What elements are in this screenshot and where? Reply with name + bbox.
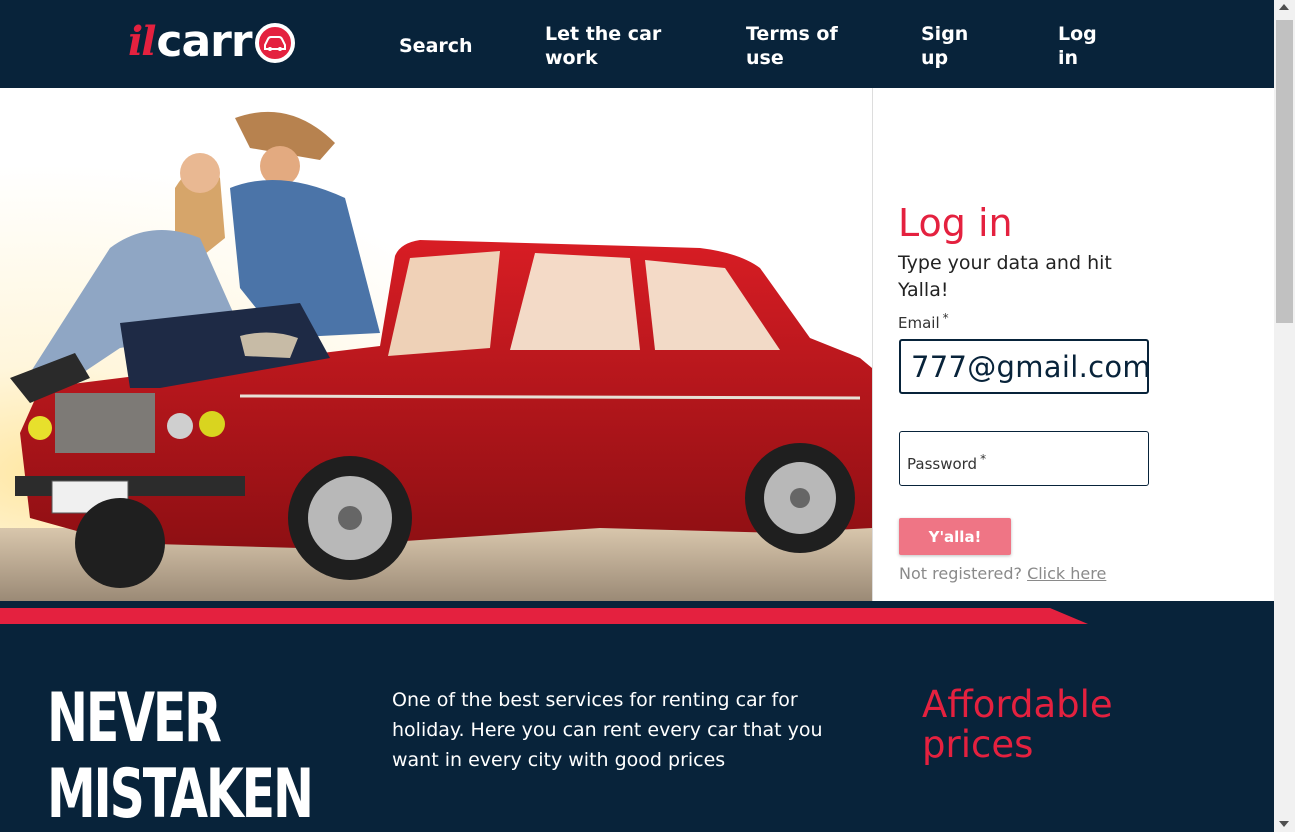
nav-terms-of-use[interactable]: Terms of use bbox=[746, 22, 846, 70]
nav-search[interactable]: Search bbox=[399, 34, 473, 58]
scroll-up-arrow-icon[interactable] bbox=[1279, 4, 1289, 10]
email-field[interactable]: 777@gmail.com bbox=[899, 339, 1149, 394]
login-title: Log in bbox=[898, 201, 1013, 245]
headline-line-1: NEVER bbox=[47, 679, 222, 758]
password-label: Password * bbox=[907, 452, 986, 473]
red-stripe-divider bbox=[0, 608, 1088, 624]
scroll-down-arrow-icon[interactable] bbox=[1279, 821, 1289, 827]
headline-line-2: MISTAKEN bbox=[47, 755, 314, 832]
nav-sign-up[interactable]: Sign up bbox=[921, 22, 981, 70]
ilcarro-logo[interactable]: il carr bbox=[128, 15, 295, 67]
promo-section: NEVER MISTAKEN One of the best services … bbox=[0, 601, 1274, 832]
logo-il-text: il bbox=[128, 17, 156, 65]
not-registered-text: Not registered? Click here bbox=[899, 564, 1106, 583]
login-subtitle: Type your data and hit Yalla! bbox=[898, 252, 1112, 301]
hero-car-image bbox=[0, 88, 872, 601]
email-label-text: Email bbox=[898, 314, 940, 332]
car-badge-icon bbox=[254, 23, 295, 63]
email-field-value: 777@gmail.com bbox=[911, 350, 1149, 384]
page-scrollbar[interactable] bbox=[1274, 0, 1295, 832]
not-registered-label: Not registered? bbox=[899, 564, 1022, 583]
yalla-submit-button[interactable]: Y'alla! bbox=[899, 518, 1011, 555]
email-label: Email * bbox=[898, 311, 949, 332]
never-mistaken-headline: NEVER MISTAKEN bbox=[47, 679, 314, 832]
affordable-prices-heading: Affordable prices bbox=[922, 683, 1113, 766]
required-asterisk: * bbox=[980, 452, 987, 466]
click-here-link[interactable]: Click here bbox=[1027, 564, 1106, 583]
site-header: il carr Search Let the car work Terms of… bbox=[0, 0, 1274, 88]
password-field[interactable]: Password * bbox=[899, 431, 1149, 486]
nav-let-the-car-work[interactable]: Let the car work bbox=[545, 22, 675, 70]
promo-description: One of the best services for renting car… bbox=[392, 689, 823, 771]
password-label-text: Password bbox=[907, 455, 978, 473]
logo-carr-text: carr bbox=[156, 15, 252, 67]
required-asterisk: * bbox=[942, 311, 949, 325]
nav-log-in[interactable]: Log in bbox=[1058, 22, 1118, 70]
login-panel: Log in Type your data and hit Yalla! Ema… bbox=[872, 88, 1274, 601]
scrollbar-thumb[interactable] bbox=[1276, 20, 1293, 323]
